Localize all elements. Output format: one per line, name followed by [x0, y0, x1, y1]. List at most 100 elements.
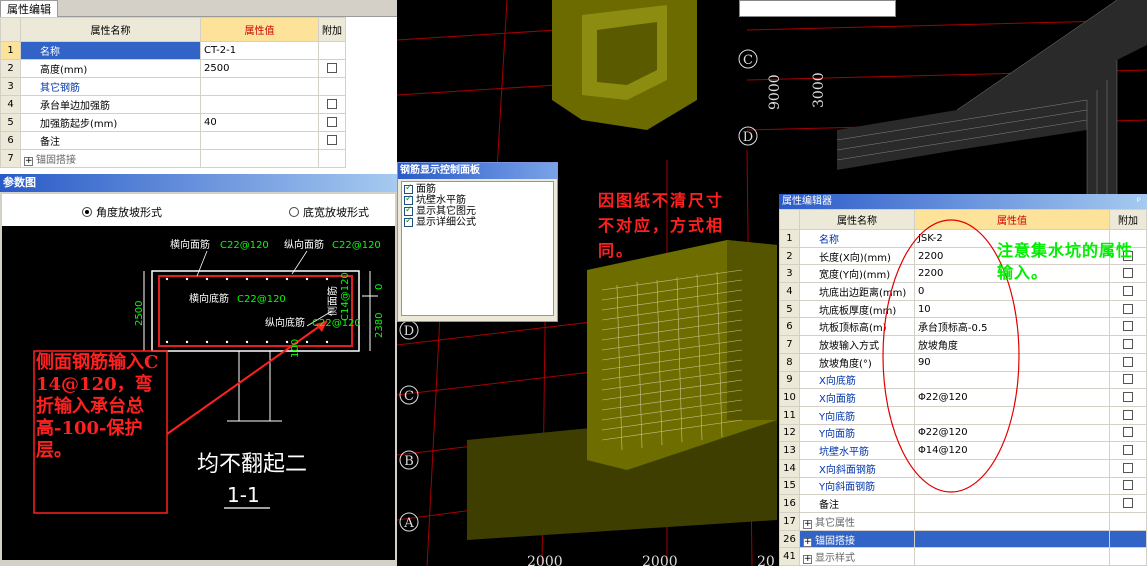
extra-cell	[318, 131, 346, 150]
extra-checkbox[interactable]	[1123, 285, 1134, 296]
extra-checkbox[interactable]	[327, 117, 337, 127]
property-name-label: 放坡输入方式	[818, 340, 879, 352]
extra-checkbox[interactable]	[1123, 338, 1134, 349]
extra-checkbox[interactable]	[1123, 480, 1134, 491]
extra-checkbox[interactable]	[1123, 409, 1134, 420]
section-label: 1-1	[227, 483, 260, 507]
property-name[interactable]: + 锚固搭接	[20, 149, 201, 168]
extra-cell	[318, 77, 346, 96]
rebar-display-item[interactable]: 面筋	[404, 183, 551, 195]
property-name[interactable]: + 其它属性	[798, 512, 915, 531]
property-name[interactable]: 其它钢筋	[20, 77, 201, 96]
grid-blank	[346, 150, 397, 168]
extra-checkbox[interactable]	[327, 63, 337, 73]
expand-icon[interactable]: +	[802, 519, 812, 529]
extra-checkbox[interactable]	[1123, 445, 1134, 456]
row-number: 15	[779, 476, 800, 496]
extra-checkbox[interactable]	[1123, 321, 1134, 332]
property-name[interactable]: 加强筋起步(mm)	[20, 113, 201, 132]
property-name[interactable]: 高度(mm)	[20, 59, 201, 78]
extra-cell	[318, 149, 346, 168]
radio-angle-slope[interactable]: 角度放坡形式	[82, 204, 162, 220]
property-name-label: Y向底筋	[818, 411, 856, 423]
property-value[interactable]	[913, 512, 1111, 531]
property-value[interactable]	[200, 131, 319, 150]
property-name[interactable]: 名称	[20, 41, 201, 60]
property-value[interactable]	[913, 547, 1111, 566]
checkbox-checked-icon[interactable]	[404, 183, 413, 194]
extra-checkbox[interactable]	[1123, 498, 1134, 509]
axis-label: B	[404, 454, 414, 469]
property-value[interactable]	[913, 529, 1111, 549]
table-row[interactable]: 7 + 锚固搭接	[0, 149, 397, 168]
table-row[interactable]: 41 + 显示样式	[779, 547, 1147, 566]
property-name-label: 显示样式	[814, 553, 855, 565]
table-row[interactable]: 5 加强筋起步(mm) 40	[0, 113, 397, 132]
rebar-display-item-label: 面筋	[416, 184, 436, 195]
grid-blank	[345, 17, 397, 42]
property-value[interactable]: 40	[200, 113, 319, 132]
row-number: 3	[0, 77, 21, 96]
pin-icon[interactable]: ᵖ	[1137, 194, 1147, 209]
property-name-label: 长度(X向)(mm)	[818, 252, 891, 264]
extra-checkbox[interactable]	[1123, 392, 1134, 403]
property-name[interactable]: + 锚固搭接	[798, 529, 915, 549]
property-name-label: X向底筋	[818, 376, 856, 388]
extra-cell	[1109, 388, 1147, 407]
extra-checkbox[interactable]	[1123, 303, 1134, 314]
extra-cell	[1109, 441, 1147, 460]
table-row[interactable]: 1 名称 CT-2-1	[0, 41, 397, 60]
property-name-label: 名称	[818, 234, 839, 246]
table-row[interactable]: 6 备注	[0, 131, 397, 150]
radio-dot[interactable]	[289, 207, 299, 217]
checkbox-checked-icon[interactable]	[404, 216, 413, 227]
property-name-label: 名称	[40, 47, 60, 58]
grid-blank	[346, 42, 397, 60]
label-top-long: 纵向面筋	[284, 238, 324, 251]
expand-icon[interactable]: +	[24, 157, 33, 166]
expand-icon[interactable]: +	[802, 555, 812, 565]
extra-cell	[1109, 352, 1147, 372]
dim-left: 2500	[134, 301, 145, 326]
property-name[interactable]: 备注	[20, 131, 201, 150]
property-value[interactable]	[200, 77, 319, 96]
radio-bottom-width-slope[interactable]: 底宽放坡形式	[289, 204, 369, 220]
extra-cell	[1109, 282, 1147, 301]
property-value[interactable]	[913, 494, 1111, 513]
label-side-value: C14@120	[340, 272, 351, 321]
property-name-label: 坑壁水平筋	[818, 447, 869, 459]
row-number: 7	[0, 149, 21, 168]
extra-checkbox[interactable]	[1123, 356, 1134, 367]
rebar-display-item[interactable]: 显示详细公式	[404, 216, 551, 228]
tab-property-edit[interactable]: 属性编辑	[0, 0, 58, 17]
row-number: 7	[779, 335, 800, 354]
property-value[interactable]	[200, 149, 319, 168]
row-number: 6	[0, 131, 21, 150]
rebar-display-item-label: 坑壁水平筋	[416, 195, 466, 206]
extra-cell	[1109, 299, 1147, 319]
rebar-display-item[interactable]: 显示其它图元	[404, 205, 551, 217]
extra-checkbox[interactable]	[1123, 427, 1134, 438]
extra-checkbox[interactable]	[327, 99, 337, 109]
property-name[interactable]: 承台单边加强筋	[20, 95, 201, 114]
table-row[interactable]: 26 + 锚固搭接	[779, 529, 1147, 549]
extra-checkbox[interactable]	[1123, 462, 1134, 473]
extra-checkbox[interactable]	[1123, 374, 1134, 385]
property-name[interactable]: 备注	[798, 494, 915, 513]
checkbox-checked-icon[interactable]	[404, 194, 413, 205]
radio-dot[interactable]	[82, 207, 92, 217]
table-row[interactable]: 17 + 其它属性	[779, 512, 1147, 531]
property-name[interactable]: + 显示样式	[798, 547, 915, 566]
table-row[interactable]: 16 备注	[779, 494, 1147, 513]
table-row[interactable]: 2 高度(mm) 2500	[0, 59, 397, 78]
property-value[interactable]	[200, 95, 319, 114]
property-value[interactable]: 2500	[200, 59, 319, 78]
table-row[interactable]: 4 承台单边加强筋	[0, 95, 397, 114]
extra-checkbox[interactable]	[327, 135, 337, 145]
table-row[interactable]: 3 其它钢筋	[0, 77, 397, 96]
property-value[interactable]: CT-2-1	[200, 41, 319, 60]
dim-mid: 100	[290, 339, 301, 358]
checkbox-checked-icon[interactable]	[404, 205, 413, 216]
rebar-display-item[interactable]: 坑壁水平筋	[404, 194, 551, 206]
expand-icon[interactable]: +	[802, 537, 812, 547]
